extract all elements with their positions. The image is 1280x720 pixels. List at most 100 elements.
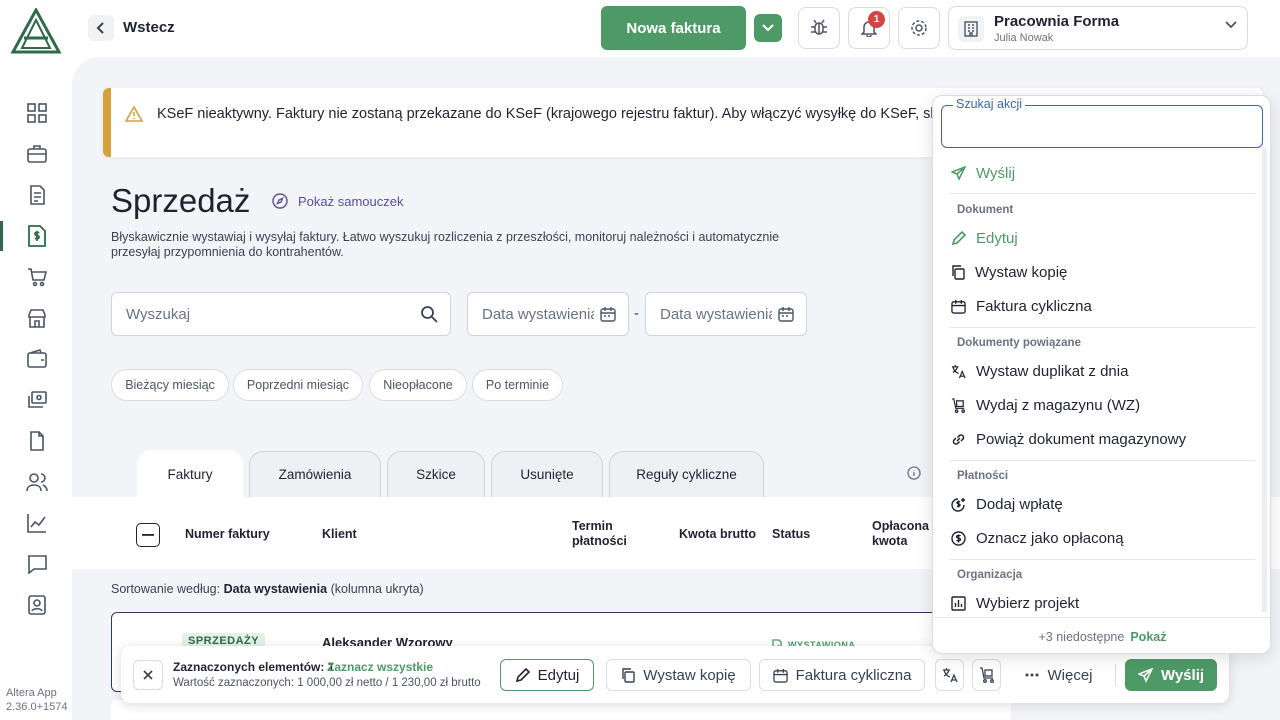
file-icon[interactable] xyxy=(24,428,50,454)
action-choose-project[interactable]: Wybierz projekt xyxy=(951,591,1079,615)
select-all-checkbox[interactable] xyxy=(136,523,160,547)
chart-line-icon[interactable] xyxy=(24,510,50,536)
date-from-placeholder: Data wystawienia od xyxy=(482,306,594,323)
action-recurring[interactable]: Faktura cykliczna xyxy=(951,294,1092,318)
tab-drafts[interactable]: Szkice xyxy=(387,451,485,497)
search-input[interactable]: Wyszukaj xyxy=(111,292,451,336)
show-unavailable-link[interactable]: Pokaż xyxy=(1130,630,1166,644)
th-due-line1: Termin xyxy=(572,519,613,533)
th-paid-line2: kwota xyxy=(872,534,908,548)
gear-icon xyxy=(911,20,927,36)
action-recurring-label: Faktura cykliczna xyxy=(976,297,1092,315)
action-link-warehouse[interactable]: Powiąż dokument magazynowy xyxy=(951,427,1186,451)
sales-dollar-icon[interactable] xyxy=(24,223,50,249)
building-icon xyxy=(958,16,984,42)
action-duplicate[interactable]: Wystaw duplikat z dnia xyxy=(951,359,1128,383)
action-mark-paid[interactable]: Oznacz jako opłaconą xyxy=(951,526,1124,550)
duplicate-button[interactable] xyxy=(935,659,964,691)
date-to-input[interactable]: Data wystawienia do xyxy=(645,292,807,336)
table-row[interactable] xyxy=(111,700,1011,720)
selection-action-bar: Zaznaczonych elementów: 1 Zaznacz wszyst… xyxy=(121,646,1229,703)
company-user: Julia Nowak xyxy=(994,32,1054,44)
app-version-number: 2.36.0+1574 xyxy=(6,701,68,713)
company-switcher[interactable]: Pracownia Forma Julia Nowak xyxy=(948,6,1248,50)
trolley-icon xyxy=(979,667,994,683)
info-icon[interactable] xyxy=(907,466,921,480)
pencil-icon xyxy=(515,667,530,682)
action-search-input[interactable] xyxy=(941,105,1263,148)
action-mark-paid-label: Oznacz jako opłaconą xyxy=(976,529,1124,547)
show-tutorial-link[interactable]: Pokaż samouczek xyxy=(272,193,404,209)
altera-logo[interactable] xyxy=(10,8,62,54)
sort-info: Sortowanie według: Data wystawienia (kol… xyxy=(111,582,424,596)
users-icon[interactable] xyxy=(24,469,50,495)
chevron-down-icon xyxy=(1225,21,1237,29)
dropdown-scrollbar[interactable] xyxy=(1262,148,1267,613)
action-add-payment[interactable]: Dodaj wpłatę xyxy=(951,492,1063,516)
new-invoice-dropdown-button[interactable] xyxy=(754,14,782,42)
clear-selection-button[interactable] xyxy=(133,660,163,690)
action-warehouse-out[interactable]: Wydaj z magazynu (WZ) xyxy=(951,393,1140,417)
warehouse-button[interactable] xyxy=(972,659,1001,691)
settings-button[interactable] xyxy=(898,7,940,49)
copy-icon xyxy=(622,667,635,683)
dollar-circle-icon xyxy=(951,530,966,546)
wallet-icon[interactable] xyxy=(24,346,50,372)
dashboard-icon[interactable] xyxy=(24,100,50,126)
chip-unpaid[interactable]: Nieopłacone xyxy=(369,369,467,401)
th-due-line2: płatności xyxy=(572,534,627,548)
cash-icon[interactable] xyxy=(24,387,50,413)
divider xyxy=(949,193,1255,194)
warning-icon xyxy=(125,106,143,122)
action-choose-project-label: Wybierz projekt xyxy=(976,594,1080,612)
copy-button[interactable]: Wystaw kopię xyxy=(606,659,751,691)
chip-current-month[interactable]: Bieżący miesiąc xyxy=(111,369,229,401)
th-due[interactable]: Termin płatności xyxy=(572,519,627,549)
briefcase-icon[interactable] xyxy=(24,141,50,167)
bug-report-button[interactable] xyxy=(798,7,840,49)
edit-button[interactable]: Edytuj xyxy=(500,659,594,691)
send-button[interactable]: Wyślij xyxy=(1125,659,1217,691)
th-gross[interactable]: Kwota brutto xyxy=(679,527,756,542)
action-send[interactable]: Wyślij xyxy=(951,161,1015,185)
sort-field: Data wystawienia xyxy=(223,582,328,596)
th-number[interactable]: Numer faktury xyxy=(185,527,270,542)
link-icon xyxy=(952,433,965,445)
select-all-link[interactable]: Zaznacz wszystkie xyxy=(327,660,433,674)
more-button[interactable]: Więcej xyxy=(1012,659,1106,691)
chip-overdue[interactable]: Po terminie xyxy=(472,369,563,401)
divider xyxy=(949,559,1255,560)
tab-invoices[interactable]: Faktury xyxy=(137,450,243,498)
th-paid[interactable]: Opłacona kwota xyxy=(872,519,929,549)
tab-deleted[interactable]: Usunięte xyxy=(491,451,603,497)
divider xyxy=(1115,664,1116,686)
th-status[interactable]: Status xyxy=(772,527,810,542)
action-duplicate-label: Wystaw duplikat z dnia xyxy=(976,362,1129,380)
selected-count: Zaznaczonych elementów: 1 xyxy=(173,660,335,674)
back-label[interactable]: Wstecz xyxy=(123,19,175,36)
calendar-icon xyxy=(778,307,794,322)
action-copy[interactable]: Wystaw kopię xyxy=(951,260,1067,284)
sort-suffix: (kolumna ukryta) xyxy=(330,582,424,596)
section-organization: Organizacja xyxy=(957,569,1023,581)
chip-previous-month[interactable]: Poprzedni miesiąc xyxy=(233,369,363,401)
tab-recurring-rules[interactable]: Reguły cykliczne xyxy=(609,451,764,497)
contact-card-icon[interactable] xyxy=(24,592,50,618)
new-invoice-button[interactable]: Nowa faktura xyxy=(601,6,746,50)
th-client[interactable]: Klient xyxy=(322,527,357,542)
selected-value: Wartość zaznaczonych: 1 000,00 zł netto … xyxy=(173,677,481,689)
back-button[interactable] xyxy=(88,15,114,41)
action-edit[interactable]: Edytuj xyxy=(951,226,1018,250)
chevron-down-icon xyxy=(762,24,774,32)
recurring-button[interactable]: Faktura cykliczna xyxy=(759,659,925,691)
date-from-input[interactable]: Data wystawienia od xyxy=(467,292,629,336)
tab-orders[interactable]: Zamówienia xyxy=(249,451,381,497)
search-placeholder: Wyszukaj xyxy=(126,306,191,323)
action-send-label: Wyślij xyxy=(976,164,1016,182)
cart-icon[interactable] xyxy=(24,264,50,290)
document-list-icon[interactable] xyxy=(24,182,50,208)
unavailable-count: +3 niedostępne xyxy=(1038,629,1125,644)
th-paid-line1: Opłacona xyxy=(872,519,929,533)
store-icon[interactable] xyxy=(24,305,50,331)
message-icon[interactable] xyxy=(24,551,50,577)
